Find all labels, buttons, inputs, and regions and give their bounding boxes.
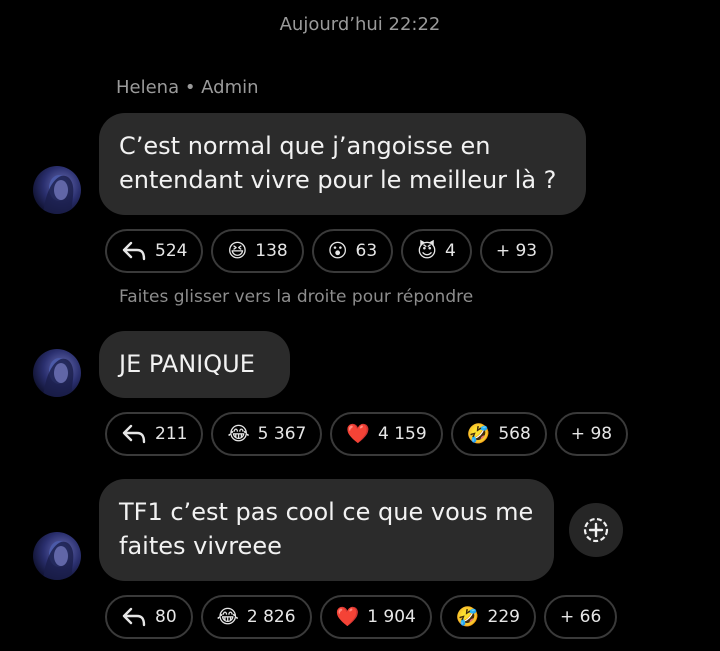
message-line: C’est normal que j’angoisse en bbox=[119, 132, 491, 160]
tears-of-joy-emoji-icon: 😂 bbox=[216, 605, 239, 628]
reaction-count: 5 367 bbox=[257, 424, 307, 444]
avatar-image bbox=[43, 175, 74, 214]
surprised-emoji-icon: 😮 bbox=[327, 239, 348, 262]
reaction-count: 568 bbox=[498, 424, 531, 444]
swipe-hint: Faites glisser vers la droite pour répon… bbox=[119, 287, 474, 307]
reaction-count: 2 826 bbox=[246, 607, 296, 627]
more-reactions-chip[interactable]: + 66 bbox=[543, 595, 618, 639]
reply-chip[interactable]: 524 bbox=[105, 229, 204, 273]
more-reactions-count: + 66 bbox=[559, 607, 602, 627]
reaction-chip[interactable]: 🤣 568 bbox=[450, 412, 547, 456]
more-reactions-count: + 98 bbox=[570, 424, 613, 444]
avatar[interactable] bbox=[33, 349, 81, 397]
rolling-laughing-emoji-icon: 🤣 bbox=[455, 605, 480, 628]
reply-chip[interactable]: 211 bbox=[105, 412, 204, 456]
reaction-count: 4 bbox=[444, 241, 456, 261]
reply-arrow-icon bbox=[122, 607, 146, 627]
tears-of-joy-emoji-icon: 😂 bbox=[227, 422, 250, 445]
rolling-laughing-emoji-icon: 🤣 bbox=[466, 422, 491, 445]
reaction-chip[interactable]: 😮 63 bbox=[311, 229, 394, 273]
message-line: TF1 c’est pas cool ce que vous me bbox=[119, 498, 534, 526]
reaction-bar: 80 😂 2 826 ❤️ 1 904 🤣 229 + 66 bbox=[105, 595, 618, 639]
message-line: entendant vivre pour le meilleur là ? bbox=[119, 166, 557, 194]
grinning-squint-emoji-icon: 😆 bbox=[227, 239, 248, 262]
message-bubble[interactable]: TF1 c’est pas cool ce que vous me faites… bbox=[99, 479, 554, 581]
reaction-chip[interactable]: ❤️ 4 159 bbox=[330, 412, 443, 456]
reaction-count: 1 904 bbox=[367, 607, 416, 627]
more-reactions-chip[interactable]: + 98 bbox=[554, 412, 629, 456]
reply-count: 524 bbox=[155, 241, 188, 261]
devil-emoji-icon: 😈 bbox=[417, 239, 437, 262]
reaction-chip[interactable]: 😈 4 bbox=[401, 229, 472, 273]
more-reactions-count: + 93 bbox=[495, 241, 538, 261]
reaction-count: 229 bbox=[487, 607, 520, 627]
reaction-bar: 211 😂 5 367 ❤️ 4 159 🤣 568 + 98 bbox=[105, 412, 629, 456]
avatar[interactable] bbox=[33, 166, 81, 214]
reaction-count: 138 bbox=[255, 241, 288, 261]
reply-count: 80 bbox=[155, 607, 177, 627]
reply-arrow-icon bbox=[122, 424, 146, 444]
message-bubble[interactable]: C’est normal que j’angoisse en entendant… bbox=[99, 113, 586, 215]
message-line: JE PANIQUE bbox=[119, 350, 255, 378]
reaction-chip[interactable]: 🤣 229 bbox=[439, 595, 536, 639]
avatar-image bbox=[43, 358, 74, 397]
message-bubble[interactable]: JE PANIQUE bbox=[99, 331, 290, 398]
reaction-count: 4 159 bbox=[378, 424, 427, 444]
reaction-count: 63 bbox=[355, 241, 378, 261]
reply-arrow-icon bbox=[122, 241, 146, 261]
message-line: faites vivreee bbox=[119, 532, 282, 560]
heart-emoji-icon: ❤️ bbox=[346, 422, 370, 445]
reaction-bar: 524 😆 138 😮 63 😈 4 + 93 bbox=[105, 229, 554, 273]
add-reaction-icon bbox=[583, 517, 609, 543]
reply-count: 211 bbox=[155, 424, 188, 444]
reaction-chip[interactable]: ❤️ 1 904 bbox=[319, 595, 432, 639]
reaction-chip[interactable]: 😆 138 bbox=[211, 229, 304, 273]
date-separator: Aujourd’hui 22:22 bbox=[279, 14, 441, 35]
sender-name: Helena • Admin bbox=[116, 77, 259, 98]
reply-chip[interactable]: 80 bbox=[105, 595, 193, 639]
more-reactions-chip[interactable]: + 93 bbox=[479, 229, 554, 273]
avatar[interactable] bbox=[33, 532, 81, 580]
add-reaction-button[interactable] bbox=[569, 503, 623, 557]
avatar-image bbox=[43, 541, 74, 580]
reaction-chip[interactable]: 😂 2 826 bbox=[200, 595, 312, 639]
heart-emoji-icon: ❤️ bbox=[335, 605, 360, 628]
reaction-chip[interactable]: 😂 5 367 bbox=[211, 412, 323, 456]
